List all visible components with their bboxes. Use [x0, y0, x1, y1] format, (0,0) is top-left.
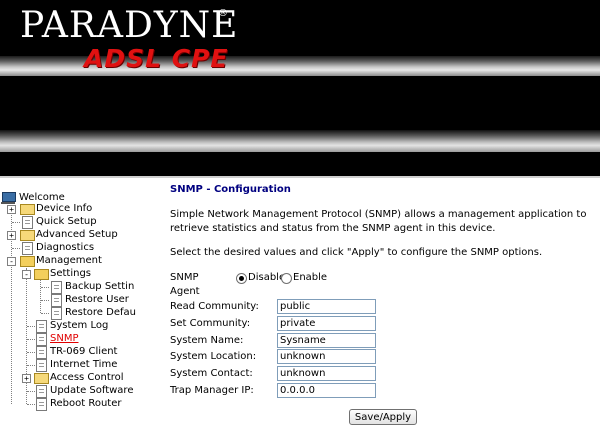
- system-contact-label: System Contact:: [170, 368, 253, 379]
- header-banner: PARADYNE ® ADSL CPE: [0, 0, 600, 178]
- nav-item-tr069-client[interactable]: TR-069 Client: [0, 346, 150, 359]
- set-community-label: Set Community:: [170, 318, 251, 329]
- tree-branch: [41, 300, 49, 301]
- nav-label-settings: Settings: [50, 268, 92, 279]
- nav-item-settings[interactable]: - Settings: [0, 268, 150, 280]
- nav-item-update-software[interactable]: Update Software: [0, 385, 150, 398]
- folder-open-icon: [20, 256, 35, 267]
- main-content: SNMP - Configuration Simple Network Mana…: [160, 178, 600, 437]
- plus-expander-icon[interactable]: +: [7, 205, 16, 214]
- nav-label-access-control: Access Control: [50, 372, 124, 383]
- page-description: Simple Network Management Protocol (SNMP…: [170, 209, 587, 234]
- nav-label-restore-user: Restore User: [65, 294, 129, 305]
- folder-icon: [20, 230, 35, 241]
- nav-label-system-log: System Log: [50, 320, 109, 331]
- tree-branch: [41, 313, 49, 314]
- agent-disable-radio[interactable]: [236, 273, 247, 284]
- agent-enable-label[interactable]: Enable: [293, 271, 327, 285]
- banner-sheen-bottom: [0, 130, 600, 152]
- document-icon: [22, 216, 33, 229]
- minus-expander-icon[interactable]: -: [22, 270, 31, 279]
- tree-branch: [27, 404, 35, 405]
- document-icon: [36, 346, 47, 359]
- nav-item-access-control[interactable]: + Access Control: [0, 372, 150, 384]
- nav-item-reboot-router[interactable]: Reboot Router: [0, 398, 150, 411]
- tree-branch: [27, 365, 35, 366]
- registered-mark: ®: [218, 8, 228, 19]
- system-location-input[interactable]: [277, 349, 376, 364]
- nav-item-backup-settings[interactable]: Backup Settin: [0, 281, 150, 294]
- nav-item-device-info[interactable]: + Device Info: [0, 203, 150, 215]
- nav-label-device-info: Device Info: [36, 203, 93, 214]
- nav-label-management: Management: [36, 255, 102, 266]
- nav-item-snmp[interactable]: SNMP: [0, 333, 150, 346]
- tree-branch: [12, 248, 20, 249]
- nav-item-diagnostics[interactable]: Diagnostics: [0, 242, 150, 255]
- save-apply-button[interactable]: Save/Apply: [349, 409, 417, 425]
- nav-item-quick-setup[interactable]: Quick Setup: [0, 216, 150, 229]
- brand-logo: PARADYNE: [20, 5, 239, 46]
- nav-label-quick-setup: Quick Setup: [36, 216, 97, 227]
- document-icon: [36, 359, 47, 372]
- nav-label-internet-time: Internet Time: [50, 359, 118, 370]
- document-icon: [22, 242, 33, 255]
- system-location-label: System Location:: [170, 351, 257, 362]
- trap-manager-ip-input[interactable]: [277, 383, 376, 398]
- tree-branch: [27, 326, 35, 327]
- nav-item-restore-default[interactable]: Restore Defau: [0, 307, 150, 320]
- page-instruction: Select the desired values and click "App…: [170, 247, 543, 258]
- trap-manager-ip-label: Trap Manager IP:: [170, 385, 254, 396]
- document-icon: [36, 385, 47, 398]
- plus-expander-icon[interactable]: +: [22, 374, 31, 383]
- document-icon: [36, 398, 47, 411]
- nav-tree: Welcome + Device Info Quick Setup + Adva…: [0, 186, 150, 426]
- nav-item-management[interactable]: - Management: [0, 255, 150, 267]
- nav-label-snmp: SNMP: [50, 333, 79, 344]
- product-name: ADSL CPE: [84, 44, 229, 73]
- nav-label-backup-settings: Backup Settin: [65, 281, 135, 292]
- nav-item-welcome[interactable]: Welcome: [0, 188, 150, 204]
- plus-expander-icon[interactable]: +: [7, 231, 16, 240]
- folder-open-icon: [34, 269, 49, 280]
- set-community-input[interactable]: [277, 316, 376, 331]
- system-name-input[interactable]: [277, 333, 376, 348]
- system-name-label: System Name:: [170, 335, 244, 346]
- nav-item-internet-time[interactable]: Internet Time: [0, 359, 150, 372]
- nav-label-tr069-client: TR-069 Client: [50, 346, 118, 357]
- nav-label-diagnostics: Diagnostics: [36, 242, 95, 253]
- agent-enable-radio[interactable]: [281, 273, 292, 284]
- agent-disable-label[interactable]: Disable: [248, 271, 285, 285]
- read-community-label: Read Community:: [170, 301, 259, 312]
- document-icon: [36, 333, 47, 346]
- document-icon: [51, 294, 62, 307]
- page-title: SNMP - Configuration: [170, 184, 291, 195]
- system-contact-input[interactable]: [277, 366, 376, 381]
- nav-item-advanced-setup[interactable]: + Advanced Setup: [0, 229, 150, 241]
- document-icon: [51, 281, 62, 294]
- folder-icon: [20, 204, 35, 215]
- document-icon: [51, 307, 62, 320]
- nav-label-update-software: Update Software: [50, 385, 134, 396]
- computer-icon: [2, 192, 16, 202]
- tree-branch: [12, 222, 20, 223]
- document-icon: [36, 320, 47, 333]
- read-community-input[interactable]: [277, 299, 376, 314]
- nav-label-reboot-router: Reboot Router: [50, 398, 122, 409]
- tree-branch: [27, 339, 35, 340]
- minus-expander-icon[interactable]: -: [7, 257, 16, 266]
- nav-label-restore-default: Restore Defau: [65, 307, 136, 318]
- tree-branch: [27, 352, 35, 353]
- tree-branch: [27, 391, 35, 392]
- snmp-agent-label: SNMP Agent: [170, 272, 200, 297]
- nav-item-restore-user[interactable]: Restore User: [0, 294, 150, 307]
- tree-branch: [41, 287, 49, 288]
- nav-label-advanced-setup: Advanced Setup: [36, 229, 118, 240]
- folder-icon: [34, 373, 49, 384]
- nav-item-system-log[interactable]: System Log: [0, 320, 150, 333]
